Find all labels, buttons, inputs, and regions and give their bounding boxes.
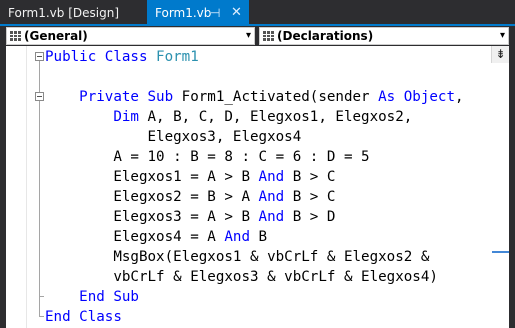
code-line[interactable]: End Sub — [45, 287, 139, 307]
code-line[interactable]: A = 10 : B = 8 : C = 6 : D = 5 — [45, 147, 370, 167]
code-token: Elegxos4 = A — [45, 229, 225, 245]
code-line[interactable]: Private Sub Form1_Activated(sender As Ob… — [45, 87, 464, 107]
code-line[interactable]: Elegxos3, Elegxos4 — [45, 127, 301, 147]
keyword-token: Private Sub — [45, 89, 182, 105]
code-token: Elegxos1 = A > B — [45, 169, 259, 185]
class-outline-end — [39, 316, 44, 317]
code-line[interactable]: Public Class Form1 — [45, 47, 199, 67]
tab-form1-design[interactable]: Form1.vb [Design] — [0, 0, 146, 25]
code-token: vbCrLf & Elegxos3 & vbCrLf & Elegxos4) — [45, 269, 438, 285]
document-tab-strip: Form1.vb [Design] Form1.vb ⊣ ✕ — [0, 0, 515, 26]
code-token: , — [455, 89, 464, 105]
code-token: Elegxos3, Elegxos4 — [45, 129, 302, 145]
keyword-token: And — [224, 229, 250, 245]
navigation-bar: (General) ▾ (Declarations) ▾ — [0, 26, 515, 46]
code-token: Elegxos2 = B > A — [45, 189, 259, 205]
close-icon[interactable]: ✕ — [231, 0, 242, 26]
code-editor[interactable]: Public Class Form1 Private Sub Form1_Act… — [6, 46, 509, 328]
code-token: Form1_Activated(sender — [181, 89, 379, 105]
code-token: B — [250, 229, 268, 245]
code-token: B > D — [284, 209, 336, 225]
keyword-token: And — [258, 169, 285, 185]
scroll-position-marker — [492, 251, 509, 253]
chevron-down-icon[interactable]: ▾ — [500, 28, 505, 44]
code-token: B > C — [284, 189, 336, 205]
code-line[interactable]: Dim A, B, C, D, Elegxos1, Elegxos2, — [45, 107, 412, 127]
keyword-token: Dim — [45, 109, 148, 125]
code-token: Elegxos3 = A > B — [45, 209, 259, 225]
keyword-token: End Class — [45, 309, 122, 325]
code-line[interactable]: Elegxos2 = B > A And B > C — [45, 187, 335, 207]
tab-label: Form1.vb [Design] — [8, 6, 120, 20]
collapse-sub-icon[interactable] — [35, 92, 44, 101]
method-dropdown-value: (Declarations) — [277, 29, 374, 43]
keyword-token: And — [258, 209, 285, 225]
keyword-token: Public Class — [45, 49, 157, 65]
pin-icon[interactable]: ⊣ — [210, 0, 220, 26]
code-line[interactable]: Elegxos4 = A And B — [45, 227, 267, 247]
code-line[interactable]: Elegxos3 = A > B And B > D — [45, 207, 335, 227]
outlining-margin — [26, 46, 33, 328]
tab-label: Form1.vb — [155, 6, 212, 20]
code-token: MsgBox(Elegxos1 & vbCrLf & Elegxos2 & — [45, 249, 430, 265]
code-line[interactable]: End Class — [45, 307, 122, 327]
sub-outline-line — [39, 101, 40, 296]
class-dropdown-value: (General) — [24, 29, 88, 43]
class-icon — [10, 31, 21, 41]
code-token: B > C — [284, 169, 336, 185]
code-token: A, B, C, D, Elegxos1, Elegxos2, — [147, 109, 413, 125]
method-name-dropdown[interactable]: (Declarations) ▾ — [259, 27, 509, 45]
collapse-class-icon[interactable] — [35, 52, 44, 61]
chevron-down-icon[interactable]: ▾ — [246, 28, 251, 44]
keyword-token: End Sub — [45, 289, 139, 305]
split-window-icon[interactable]: ⇟ — [491, 46, 509, 63]
code-token: A = 10 : B = 8 : C = 6 : D = 5 — [45, 149, 370, 165]
code-line[interactable]: MsgBox(Elegxos1 & vbCrLf & Elegxos2 & — [45, 247, 429, 267]
code-line[interactable]: Elegxos1 = A > B And B > C — [45, 167, 335, 187]
type-token: Form1 — [156, 49, 199, 65]
code-line[interactable]: vbCrLf & Elegxos3 & vbCrLf & Elegxos4) — [45, 267, 438, 287]
keyword-token: Object — [403, 89, 456, 105]
keyword-token: And — [258, 189, 285, 205]
members-icon — [263, 31, 274, 41]
tab-form1-vb[interactable]: Form1.vb ⊣ ✕ — [147, 0, 249, 25]
keyword-token: As — [378, 89, 404, 105]
sub-outline-end — [39, 296, 44, 297]
class-name-dropdown[interactable]: (General) ▾ — [6, 27, 255, 45]
